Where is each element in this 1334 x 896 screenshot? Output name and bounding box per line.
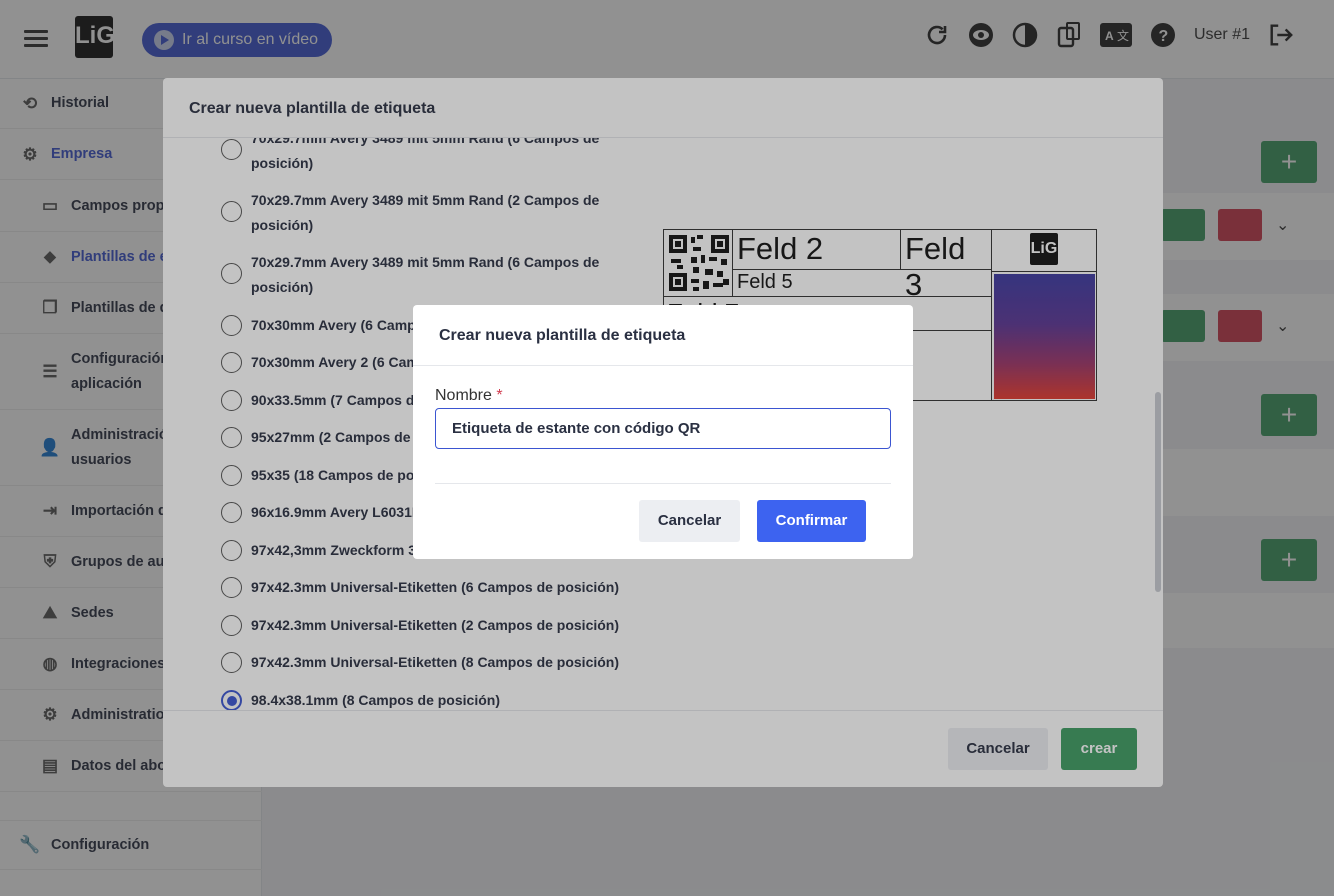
required-mark: * <box>496 387 503 404</box>
name-dialog: Crear nueva plantilla de etiqueta Nombre… <box>413 305 913 559</box>
dialog-cancel-button[interactable]: Cancelar <box>639 500 740 542</box>
divider <box>435 483 891 484</box>
confirm-button[interactable]: Confirmar <box>757 500 866 542</box>
name-input[interactable] <box>435 408 891 449</box>
name-dialog-title: Crear nueva plantilla de etiqueta <box>413 305 913 366</box>
name-field-label: Nombre * <box>435 387 503 404</box>
